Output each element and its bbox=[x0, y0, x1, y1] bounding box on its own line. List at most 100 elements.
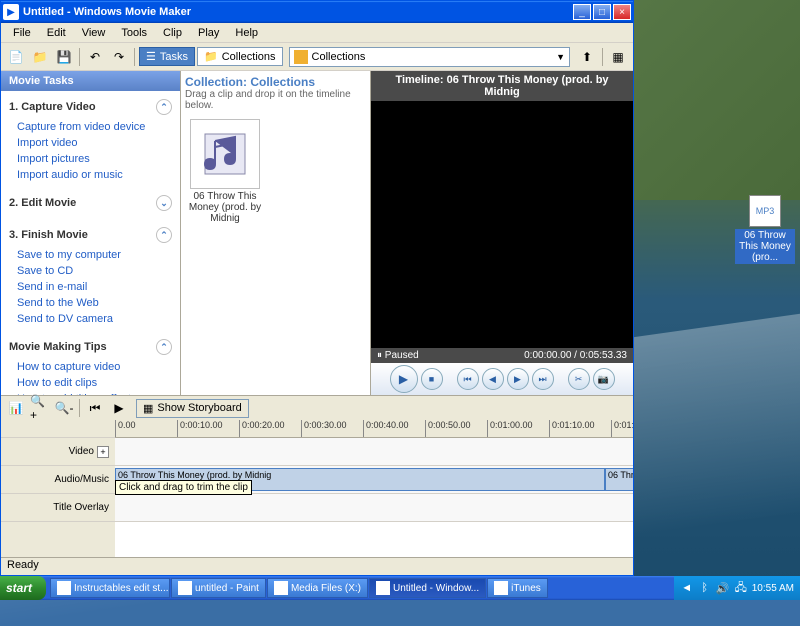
next-frame-button[interactable]: ▶ bbox=[507, 368, 529, 390]
redo-button[interactable]: ↷ bbox=[108, 46, 130, 68]
maximize-button[interactable]: □ bbox=[593, 4, 611, 20]
taskbar-task-paint[interactable]: untitled - Paint bbox=[171, 578, 266, 598]
taskbar-task-itunes[interactable]: iTunes bbox=[487, 578, 548, 598]
taskbar-task-moviemaker[interactable]: Untitled - Window... bbox=[369, 578, 486, 598]
menu-view[interactable]: View bbox=[74, 25, 114, 41]
audio-track[interactable]: 06 Throw This Money (prod. by Midnig 06 … bbox=[115, 466, 633, 494]
menu-file[interactable]: File bbox=[5, 25, 39, 41]
start-button[interactable]: start bbox=[0, 576, 46, 600]
network-icon[interactable]: 🖧 bbox=[734, 581, 748, 595]
link-save-cd[interactable]: Save to CD bbox=[1, 263, 180, 279]
tasks-icon: ☰ bbox=[146, 50, 156, 63]
menu-edit[interactable]: Edit bbox=[39, 25, 74, 41]
snapshot-button[interactable]: 📷 bbox=[593, 368, 615, 390]
minimize-button[interactable]: _ bbox=[573, 4, 591, 20]
pause-icon: ⏸ bbox=[377, 350, 382, 361]
link-capture-device[interactable]: Capture from video device bbox=[1, 119, 180, 135]
section-edit-movie[interactable]: 2. Edit Movie ⌄ bbox=[1, 191, 180, 215]
audio-clip-2[interactable]: 06 Throw This Money (prod. by Mid bbox=[605, 468, 633, 491]
link-import-pictures[interactable]: Import pictures bbox=[1, 151, 180, 167]
folder-icon bbox=[274, 581, 288, 595]
up-level-button[interactable]: ⬆ bbox=[576, 46, 598, 68]
wmm-icon bbox=[376, 581, 390, 595]
statusbar: Ready bbox=[1, 557, 633, 575]
section-tips[interactable]: Movie Making Tips ⌃ bbox=[1, 335, 180, 359]
preview-pane: Timeline: 06 Throw This Money (prod. by … bbox=[371, 71, 633, 395]
timeline-track-labels: Video+ Audio/Music Title Overlay bbox=[1, 420, 115, 557]
collections-button[interactable]: 📁 Collections bbox=[197, 47, 283, 66]
new-project-button[interactable]: 📄 bbox=[5, 46, 27, 68]
movie-maker-window: ▶ Untitled - Windows Movie Maker _ □ × F… bbox=[0, 0, 634, 576]
video-track-label: Video+ bbox=[1, 438, 115, 466]
zoom-in-button[interactable]: 🔍+ bbox=[29, 397, 51, 419]
view-thumbnails-button[interactable]: ▦ bbox=[607, 46, 629, 68]
link-import-video[interactable]: Import video bbox=[1, 135, 180, 151]
close-button[interactable]: × bbox=[613, 4, 631, 20]
preview-time: 0:00:00.00 / 0:05:53.33 bbox=[524, 350, 627, 361]
mp3-icon: MP3 bbox=[749, 195, 781, 227]
paint-icon bbox=[178, 581, 192, 595]
zoom-out-button[interactable]: 🔍- bbox=[53, 397, 75, 419]
chevron-down-icon: ▼ bbox=[556, 52, 565, 62]
section-capture-video[interactable]: 1. Capture Video ⌃ bbox=[1, 95, 180, 119]
menu-tools[interactable]: Tools bbox=[113, 25, 155, 41]
overlay-track[interactable] bbox=[115, 494, 633, 522]
chevron-up-icon: ⌃ bbox=[156, 339, 172, 355]
tasks-button[interactable]: ☰ Tasks bbox=[139, 47, 195, 66]
section-finish-movie[interactable]: 3. Finish Movie ⌃ bbox=[1, 223, 180, 247]
link-import-audio[interactable]: Import audio or music bbox=[1, 167, 180, 183]
prev-frame-button[interactable]: ◀ bbox=[482, 368, 504, 390]
preview-controls: ▶ ■ ⏮ ◀ ▶ ⏭ ✂ 📷 bbox=[371, 363, 633, 395]
system-tray[interactable]: ◄ ᛒ 🔊 🖧 10:55 AM bbox=[674, 576, 800, 600]
desktop-file-icon[interactable]: MP3 06 Throw This Money (pro... bbox=[735, 195, 795, 264]
bluetooth-icon[interactable]: ᛒ bbox=[698, 581, 712, 595]
expand-video-button[interactable]: + bbox=[97, 446, 109, 458]
task-pane: Movie Tasks 1. Capture Video ⌃ Capture f… bbox=[1, 71, 181, 395]
timeline-level-button[interactable]: 📊 bbox=[5, 397, 27, 419]
clock[interactable]: 10:55 AM bbox=[752, 583, 794, 594]
collection-dropdown[interactable]: Collections ▼ bbox=[289, 47, 570, 67]
stop-button[interactable]: ■ bbox=[421, 368, 443, 390]
timeline-tracks-area[interactable]: 0.00 0:00:10.00 0:00:20.00 0:00:30.00 0:… bbox=[115, 420, 633, 557]
menu-clip[interactable]: Clip bbox=[155, 25, 190, 41]
taskbar: start Instructables edit st... untitled … bbox=[0, 576, 800, 600]
forward-button[interactable]: ⏭ bbox=[532, 368, 554, 390]
split-button[interactable]: ✂ bbox=[568, 368, 590, 390]
volume-icon[interactable]: 🔊 bbox=[716, 581, 730, 595]
chevron-up-icon: ⌃ bbox=[156, 227, 172, 243]
storyboard-icon: ▦ bbox=[143, 402, 153, 415]
menu-help[interactable]: Help bbox=[227, 25, 266, 41]
chevron-down-icon: ⌄ bbox=[156, 195, 172, 211]
audio-clip-item[interactable]: 06 Throw This Money (prod. by Midnig bbox=[185, 119, 265, 224]
desktop-icon-label: 06 Throw This Money (pro... bbox=[735, 229, 795, 264]
task-pane-header: Movie Tasks bbox=[1, 71, 180, 91]
timeline-ruler[interactable]: 0.00 0:00:10.00 0:00:20.00 0:00:30.00 0:… bbox=[115, 420, 633, 438]
menu-play[interactable]: Play bbox=[190, 25, 227, 41]
link-send-web[interactable]: Send to the Web bbox=[1, 295, 180, 311]
music-note-icon bbox=[190, 119, 260, 189]
titlebar[interactable]: ▶ Untitled - Windows Movie Maker _ □ × bbox=[1, 1, 633, 23]
toolbar: 📄 📁 💾 ↶ ↷ ☰ Tasks 📁 Collections Collecti… bbox=[1, 43, 633, 71]
link-save-computer[interactable]: Save to my computer bbox=[1, 247, 180, 263]
play-timeline-button[interactable]: ▶ bbox=[108, 397, 130, 419]
trim-tooltip: Click and drag to trim the clip bbox=[115, 480, 252, 495]
rewind-button[interactable]: ⏮ bbox=[457, 368, 479, 390]
timeline-toolbar: 📊 🔍+ 🔍- ⏮ ▶ ▦ Show Storyboard bbox=[1, 396, 633, 420]
link-how-capture[interactable]: How to capture video bbox=[1, 359, 180, 375]
video-track[interactable] bbox=[115, 438, 633, 466]
show-storyboard-button[interactable]: ▦ Show Storyboard bbox=[136, 399, 249, 418]
undo-button[interactable]: ↶ bbox=[84, 46, 106, 68]
save-button[interactable]: 💾 bbox=[53, 46, 75, 68]
taskbar-task-mediafiles[interactable]: Media Files (X:) bbox=[267, 578, 368, 598]
folder-icon: 📁 bbox=[204, 50, 218, 63]
link-send-dv[interactable]: Send to DV camera bbox=[1, 311, 180, 327]
tray-icon-1[interactable]: ◄ bbox=[680, 581, 694, 595]
link-how-edit[interactable]: How to edit clips bbox=[1, 375, 180, 391]
preview-video-area[interactable] bbox=[371, 101, 633, 348]
play-button[interactable]: ▶ bbox=[390, 365, 418, 393]
open-button[interactable]: 📁 bbox=[29, 46, 51, 68]
preview-title: Timeline: 06 Throw This Money (prod. by … bbox=[371, 71, 633, 101]
taskbar-task-instructables[interactable]: Instructables edit st... bbox=[50, 578, 170, 598]
rewind-timeline-button[interactable]: ⏮ bbox=[84, 397, 106, 419]
link-send-email[interactable]: Send in e-mail bbox=[1, 279, 180, 295]
